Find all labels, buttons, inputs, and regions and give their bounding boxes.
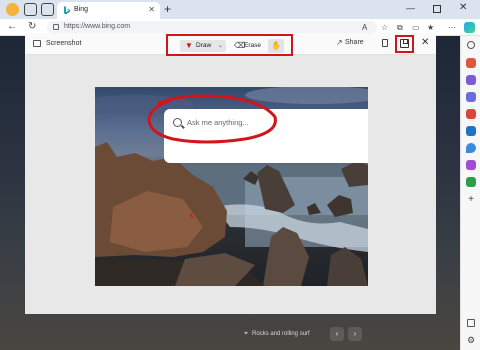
url-text: https://www.bing.com (64, 23, 131, 30)
sidebar-settings-icon[interactable]: ⚙ (466, 335, 476, 345)
screenshot-icon (33, 40, 41, 47)
extensions-icon[interactable]: ⧉ (397, 23, 403, 32)
screenshot-title: Screenshot (46, 40, 82, 47)
favorites-bar-icon[interactable]: ★ (427, 23, 434, 32)
erase-label: Erase (244, 42, 261, 49)
games-icon[interactable] (466, 92, 476, 102)
maximize-icon[interactable] (433, 5, 441, 13)
wallpaper-prev-icon[interactable]: ‹ (330, 327, 344, 341)
tab-actions-icon[interactable] (41, 3, 54, 16)
search-sidebar-icon[interactable] (467, 41, 475, 49)
bing-favicon-icon (62, 6, 71, 15)
edge-sidebar: + ⚙ (460, 36, 480, 350)
tools-icon[interactable] (466, 75, 476, 85)
wallpaper-next-icon[interactable]: › (348, 327, 362, 341)
pen-icon: ▼ (185, 41, 193, 50)
location-pin-icon: ⌖ (244, 330, 248, 337)
tab-bing[interactable]: Bing ✕ (57, 2, 160, 19)
collections-icon[interactable]: ▭ (412, 23, 420, 32)
save-button-highlight[interactable] (395, 35, 414, 53)
favorite-icon[interactable]: ☆ (381, 23, 388, 32)
add-app-icon[interactable]: + (466, 195, 476, 205)
erase-button[interactable]: ⌫ Erase (234, 40, 264, 52)
red-freehand-annotation (147, 94, 277, 219)
read-aloud-icon[interactable]: A (362, 23, 367, 32)
window-close-icon[interactable]: ✕ (459, 2, 467, 13)
outlook-icon[interactable] (466, 126, 476, 136)
back-icon[interactable]: ← (7, 21, 17, 33)
shopping-icon[interactable] (466, 58, 476, 68)
sidebar-toggle-icon[interactable] (467, 319, 475, 327)
captured-image: Ask me anything... (95, 87, 368, 286)
new-tab-icon[interactable]: + (164, 2, 171, 16)
tab-title: Bing (74, 6, 89, 13)
copilot-icon[interactable] (464, 22, 475, 33)
drop-icon[interactable] (466, 143, 476, 153)
drawing-tools-highlight: ▼ Draw ⌄ ⌫ Erase ✋ (166, 34, 293, 56)
draw-button[interactable]: ▼ Draw ⌄ (180, 40, 226, 52)
hand-pan-icon[interactable]: ✋ (268, 39, 284, 53)
minimize-icon[interactable]: — (406, 3, 415, 13)
screenshot-toolbar: Screenshot ▼ Draw ⌄ ⌫ Erase ✋ ↗ Share ✕ (25, 33, 436, 56)
designer-icon[interactable] (466, 160, 476, 170)
chevron-down-icon[interactable]: ⌄ (218, 42, 223, 49)
workspaces-icon[interactable] (24, 3, 37, 16)
save-icon (400, 39, 409, 48)
office-icon[interactable] (466, 109, 476, 119)
share-icon[interactable]: ↗ (336, 38, 343, 47)
share-button[interactable]: Share (345, 39, 364, 46)
tab-close-icon[interactable]: ✕ (148, 5, 155, 14)
refresh-icon[interactable]: ↻ (28, 21, 36, 33)
copy-icon[interactable] (382, 39, 388, 47)
draw-label: Draw (196, 42, 212, 49)
tree-icon[interactable] (466, 177, 476, 187)
close-icon[interactable]: ✕ (421, 37, 429, 49)
lock-icon (53, 24, 59, 30)
wallpaper-caption[interactable]: Rocks and rolling surf (252, 331, 310, 337)
profile-icon[interactable] (6, 3, 19, 16)
title-bar: Bing ✕ + — ✕ (0, 0, 480, 19)
more-icon[interactable]: ⋯ (448, 23, 456, 32)
